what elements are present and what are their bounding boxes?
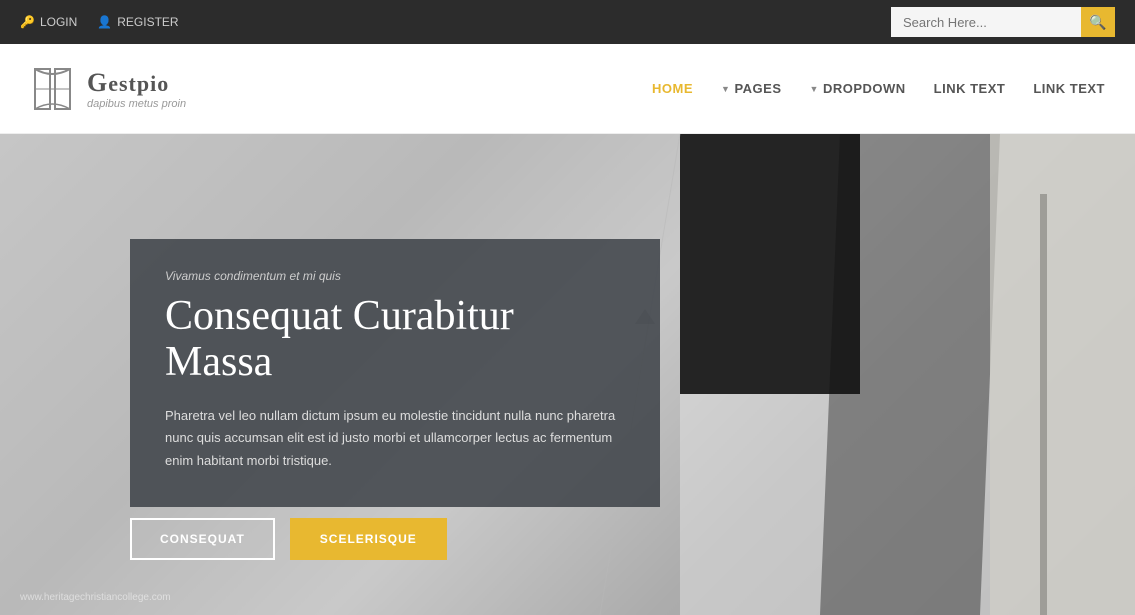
top-bar-right: 🔍 (891, 7, 1115, 37)
top-bar: 🔑 LOGIN 👤 REGISTER 🔍 (0, 0, 1135, 44)
hero-title: Consequat Curabitur Massa (165, 293, 625, 385)
hero-credit: www.heritagechristiancollege.com (20, 592, 171, 603)
logo-text-area: Gestpio dapibus metus proin (87, 68, 186, 110)
nav-link2[interactable]: LINK TEXT (1033, 81, 1105, 96)
register-label: REGISTER (117, 15, 178, 29)
nav-home[interactable]: HOME (652, 81, 693, 96)
hero-buttons: CONSEQUAT SCELERISQUE (130, 518, 447, 560)
logo-area[interactable]: Gestpio dapibus metus proin (30, 64, 186, 114)
register-link[interactable]: 👤 REGISTER (97, 15, 178, 29)
register-icon: 👤 (97, 15, 112, 29)
main-nav: HOME ▼ PAGES ▼ DROPDOWN LINK TEXT LINK T… (652, 81, 1105, 96)
pages-arrow-icon: ▼ (721, 84, 730, 94)
nav-link1[interactable]: LINK TEXT (934, 81, 1006, 96)
logo-icon (30, 64, 75, 114)
hero-description: Pharetra vel leo nullam dictum ipsum eu … (165, 405, 625, 471)
logo-tagline: dapibus metus proin (87, 98, 186, 110)
consequat-button[interactable]: CONSEQUAT (130, 518, 275, 560)
login-link[interactable]: 🔑 LOGIN (20, 15, 77, 29)
dropdown-arrow-icon: ▼ (810, 84, 819, 94)
hero-subtitle: Vivamus condimentum et mi quis (165, 269, 625, 283)
hero-section: Vivamus condimentum et mi quis Consequat… (0, 134, 1135, 615)
search-button[interactable]: 🔍 (1081, 7, 1115, 37)
login-icon: 🔑 (20, 15, 35, 29)
nav-pages[interactable]: ▼ PAGES (721, 81, 781, 96)
header: Gestpio dapibus metus proin HOME ▼ PAGES… (0, 44, 1135, 134)
logo-name: Gestpio (87, 68, 186, 98)
nav-dropdown[interactable]: ▼ DROPDOWN (810, 81, 906, 96)
search-input[interactable] (891, 7, 1081, 37)
scelerisque-button[interactable]: SCELERISQUE (290, 518, 447, 560)
top-bar-left: 🔑 LOGIN 👤 REGISTER (20, 15, 179, 29)
login-label: LOGIN (40, 15, 77, 29)
search-form: 🔍 (891, 7, 1115, 37)
hero-content-box: Vivamus condimentum et mi quis Consequat… (130, 239, 660, 507)
search-icon: 🔍 (1089, 14, 1106, 31)
